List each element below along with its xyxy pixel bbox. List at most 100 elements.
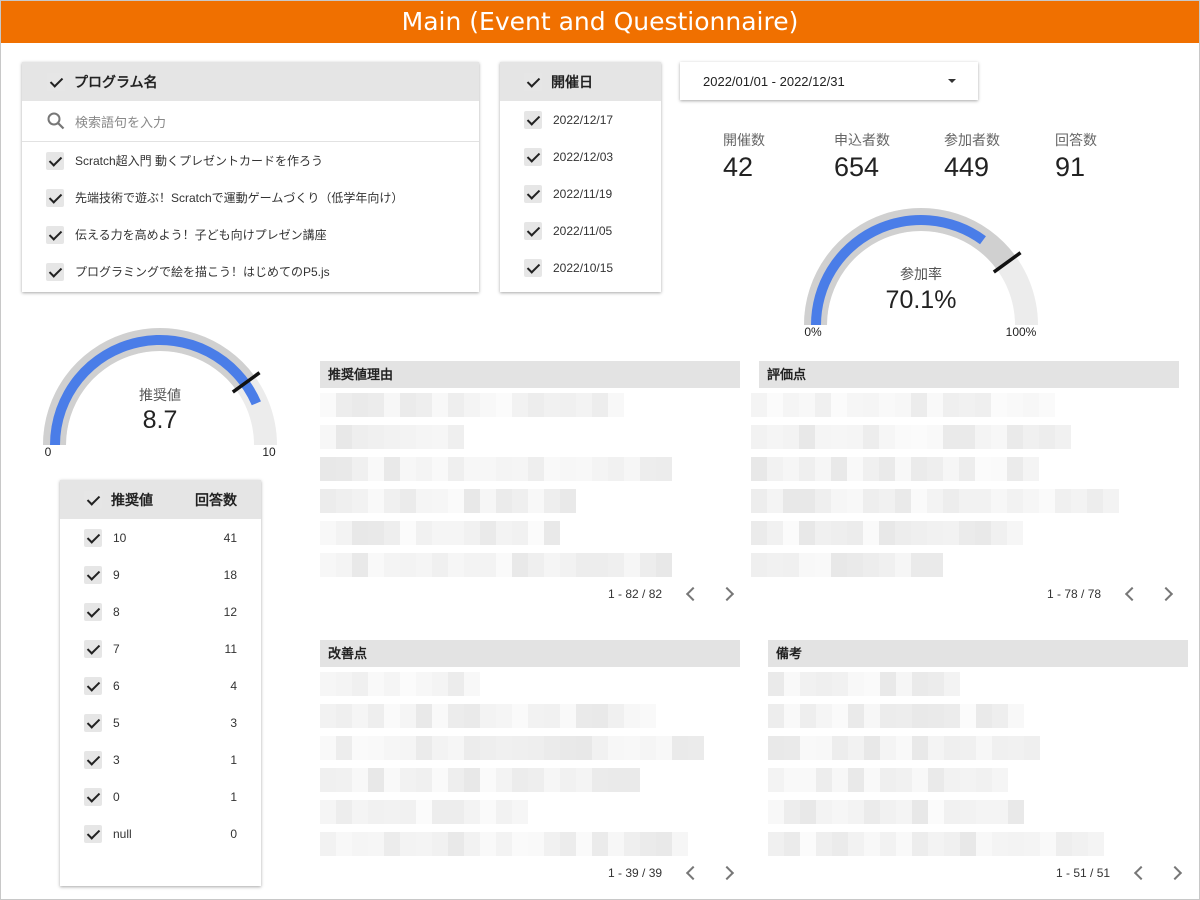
recommend-row[interactable]: 7 11: [60, 630, 261, 667]
item-checkbox[interactable]: [524, 184, 542, 203]
redacted-block: [544, 768, 560, 792]
prev-page-icon[interactable]: [685, 586, 701, 602]
date-item[interactable]: 2022/11/05: [500, 212, 661, 249]
redacted-block: [800, 832, 816, 856]
date-range-selector[interactable]: 2022/01/01 - 2022/12/31: [680, 62, 978, 100]
redacted-block: [847, 521, 863, 545]
redacted-block: [400, 736, 416, 760]
date-item[interactable]: 2022/12/17: [500, 101, 661, 138]
redacted-block: [1007, 425, 1023, 449]
redacted-block: [815, 425, 831, 449]
redacted-block: [928, 768, 944, 792]
redacted-block: [656, 553, 672, 577]
redacted-block: [751, 393, 767, 417]
redacted-block: [751, 457, 767, 481]
gauge-label: 推奨値: [139, 387, 181, 403]
item-checkbox[interactable]: [84, 602, 102, 621]
recommend-row[interactable]: 64: [60, 667, 261, 704]
program-filter-title: プログラム名: [74, 73, 158, 90]
date-item[interactable]: 2022/12/03: [500, 138, 661, 175]
item-checkbox[interactable]: [84, 713, 102, 732]
redacted-block: [336, 553, 352, 577]
recommend-row[interactable]: 9 18: [60, 556, 261, 593]
recommend-row[interactable]: 53: [60, 704, 261, 741]
recommend-row[interactable]: 8 12: [60, 593, 261, 630]
select-all-checkbox[interactable]: [524, 72, 542, 91]
redacted-block: [544, 393, 560, 417]
recommend-table-header[interactable]: 推奨値 回答数: [60, 480, 261, 519]
date-filter-header[interactable]: 開催日: [500, 62, 661, 101]
prev-page-icon[interactable]: [685, 865, 701, 881]
date-item[interactable]: 2022/11/19: [500, 175, 661, 212]
redacted-block: [767, 521, 783, 545]
redacted-block: [783, 457, 799, 481]
recommend-row[interactable]: 01: [60, 778, 261, 815]
next-page-icon[interactable]: [719, 586, 735, 602]
select-all-checkbox[interactable]: [84, 490, 102, 509]
redacted-block: [895, 425, 911, 449]
item-checkbox[interactable]: [46, 225, 64, 244]
program-item[interactable]: Scratch超入門 動くプレゼントカードを作ろう: [22, 142, 479, 179]
item-checkbox[interactable]: [84, 750, 102, 769]
redacted-block: [448, 800, 464, 824]
redacted-block: [896, 768, 912, 792]
program-filter-header[interactable]: プログラム名: [22, 62, 479, 101]
next-page-icon[interactable]: [1167, 865, 1183, 881]
item-checkbox[interactable]: [84, 676, 102, 695]
program-search[interactable]: 検索語句を入力: [22, 101, 479, 142]
dropdown-arrow-icon: [948, 79, 956, 83]
item-checkbox[interactable]: [524, 221, 542, 240]
redacted-block: [464, 800, 480, 824]
item-checkbox[interactable]: [46, 151, 64, 170]
redacted-block: [336, 704, 352, 728]
item-checkbox[interactable]: [524, 147, 542, 166]
next-page-icon[interactable]: [719, 865, 735, 881]
program-item-label: 伝える力を高めよう！子ども向けプレゼン講座: [75, 228, 327, 242]
redacted-block: [464, 736, 480, 760]
search-input[interactable]: 検索語句を入力: [75, 112, 166, 131]
recommend-row[interactable]: 31: [60, 741, 261, 778]
program-item[interactable]: 伝える力を高めよう！子ども向けプレゼン講座: [22, 216, 479, 253]
redacted-block: [912, 704, 928, 728]
item-checkbox[interactable]: [84, 639, 102, 658]
redacted-block: [656, 832, 672, 856]
redacted-block: [991, 489, 1007, 513]
item-checkbox[interactable]: [524, 110, 542, 129]
item-checkbox[interactable]: [84, 528, 102, 547]
redacted-block: [991, 521, 1007, 545]
redacted-block: [800, 768, 816, 792]
redacted-block: [991, 457, 1007, 481]
redacted-block: [847, 425, 863, 449]
redacted-block: [928, 800, 944, 824]
recommend-row-count: 3: [230, 715, 237, 730]
item-checkbox[interactable]: [46, 262, 64, 281]
recommend-row-label: 0: [113, 789, 120, 804]
item-checkbox[interactable]: [46, 188, 64, 207]
redacted-block: [352, 832, 368, 856]
date-item-label: 2022/11/19: [553, 186, 613, 201]
redacted-block: [512, 393, 528, 417]
select-all-checkbox[interactable]: [47, 72, 65, 91]
redacted-block: [416, 704, 432, 728]
redacted-block: [400, 672, 416, 696]
redacted-block: [895, 553, 911, 577]
date-item[interactable]: 2022/10/15: [500, 249, 661, 286]
program-item[interactable]: 先端技術で遊ぶ！Scratchで運動ゲームづくり（低学年向け）: [22, 179, 479, 216]
recommend-row[interactable]: 10 41: [60, 519, 261, 556]
item-checkbox[interactable]: [84, 565, 102, 584]
redacted-block: [863, 521, 879, 545]
redacted-block: [879, 457, 895, 481]
redacted-block: [768, 768, 784, 792]
prev-page-icon[interactable]: [1133, 865, 1149, 881]
program-item[interactable]: プログラミングで絵を描こう！はじめてのP5.js: [22, 253, 479, 290]
redacted-block: [464, 553, 480, 577]
redacted-block: [560, 489, 576, 513]
date-list: 2022/12/17 2022/12/03 2022/11/19 2022/11/05…: [500, 101, 661, 286]
next-page-icon[interactable]: [1158, 586, 1174, 602]
item-checkbox[interactable]: [84, 824, 102, 843]
redacted-block: [927, 425, 943, 449]
item-checkbox[interactable]: [84, 787, 102, 806]
item-checkbox[interactable]: [524, 258, 542, 277]
prev-page-icon[interactable]: [1124, 586, 1140, 602]
recommend-row[interactable]: null 0: [60, 815, 261, 852]
